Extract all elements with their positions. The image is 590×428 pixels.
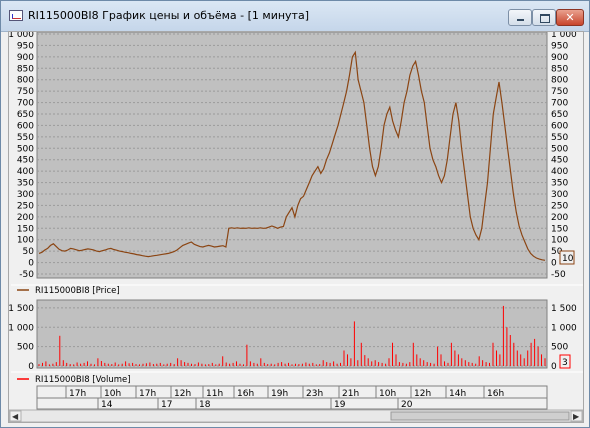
- time-label-day: 17: [161, 400, 172, 410]
- price-tick-right: 550: [551, 133, 568, 143]
- price-pane[interactable]: [36, 32, 548, 279]
- price-tick-right: 650: [551, 110, 568, 120]
- price-tick-left: 350: [17, 179, 34, 189]
- volume-axis-left: 1 500 1 000 500 0: [9, 304, 34, 372]
- price-tick-left: 550: [17, 133, 34, 143]
- price-tick-left: 450: [17, 156, 34, 166]
- volume-pane[interactable]: [36, 299, 548, 369]
- price-tick-right: 400: [551, 167, 568, 177]
- price-legend-label: RI115000BI8 [Price]: [35, 286, 120, 296]
- scroll-left-arrow-icon: ◀: [12, 412, 19, 421]
- price-tick-left: 300: [17, 190, 34, 200]
- price-tick-left: 900: [17, 53, 34, 63]
- volume-tick-left: 0: [28, 362, 34, 372]
- price-axis-left: 1 00095090085080075070065060055050045040…: [9, 32, 34, 280]
- time-label-hour: 23h: [306, 389, 323, 399]
- price-tick-left: 800: [17, 76, 34, 86]
- price-tick-right: 150: [551, 224, 568, 234]
- price-tick-left: 650: [17, 110, 34, 120]
- price-tick-right: 900: [551, 53, 568, 63]
- price-tick-left: 600: [17, 121, 34, 131]
- price-last-value: 10: [562, 254, 574, 264]
- price-tick-left: 500: [17, 144, 34, 154]
- time-label-day: 14: [101, 400, 113, 410]
- price-tick-right: 1 000: [551, 32, 577, 40]
- price-tick-left: 700: [17, 99, 34, 109]
- time-label-hour: 17h: [139, 389, 156, 399]
- price-tick-left: 100: [17, 236, 34, 246]
- price-tick-right: 350: [551, 179, 568, 189]
- price-tick-left: 250: [17, 201, 34, 211]
- maximize-button[interactable]: [532, 9, 556, 26]
- price-tick-left: 150: [17, 224, 34, 234]
- price-tick-left: 950: [17, 41, 34, 51]
- time-label-hour: 17h: [69, 389, 86, 399]
- volume-tick-left: 500: [17, 343, 34, 353]
- volume-last-value: 3: [562, 358, 568, 368]
- price-tick-right: 0: [551, 259, 557, 269]
- time-label-hour: 10h: [379, 389, 396, 399]
- time-label-day: 20: [401, 400, 413, 410]
- close-button[interactable]: ✕: [556, 9, 584, 26]
- scrollbar-thumb[interactable]: [390, 411, 570, 421]
- price-tick-right: 300: [551, 190, 568, 200]
- volume-tick-right: 1 500: [551, 304, 577, 314]
- volume-tick-right: 500: [551, 343, 568, 353]
- price-tick-right: 950: [551, 41, 568, 51]
- scroll-right-arrow-icon: ▶: [573, 412, 580, 421]
- volume-tick-right: 1 000: [551, 323, 577, 333]
- price-tick-right: 800: [551, 76, 568, 86]
- minimize-icon: [517, 19, 524, 21]
- price-tick-right: 750: [551, 87, 568, 97]
- price-axis-right: 1 000950 900850 800750 700650600 550500 45040…: [551, 32, 577, 280]
- window-title: RI115000BI8 График цены и объёма - [1 ми…: [28, 9, 309, 22]
- volume-tick-right: 0: [551, 362, 557, 372]
- minimize-button[interactable]: [508, 9, 532, 26]
- price-tick-left: 200: [17, 213, 34, 223]
- title-bar[interactable]: RI115000BI8 График цены и объёма - [1 ми…: [1, 1, 589, 32]
- price-tick-left: 50: [23, 247, 35, 257]
- price-tick-right: 700: [551, 99, 568, 109]
- time-label-hour: 14h: [449, 389, 466, 399]
- maximize-icon: [540, 14, 550, 23]
- price-tick-left: 0: [28, 259, 34, 269]
- chart-client-area: 1 000 950 900 850 800 750 700 650 600 550 500 450 40…: [8, 31, 584, 423]
- time-label-hour: 10h: [104, 389, 121, 399]
- time-label-hour: 12h: [174, 389, 191, 399]
- time-label-day: 18: [199, 400, 211, 410]
- volume-tick-left: 1 500: [9, 304, 34, 314]
- time-label-hour: 19h: [271, 389, 288, 399]
- time-label-hour: 16h: [487, 389, 504, 399]
- price-tick-left: 750: [17, 87, 34, 97]
- price-tick-right: -50: [551, 270, 566, 280]
- time-axis-row2: [36, 397, 548, 410]
- price-tick-right: 450: [551, 156, 568, 166]
- time-label-hour: 12h: [414, 389, 431, 399]
- price-tick-right: 250: [551, 201, 568, 211]
- price-tick-right: 600: [551, 121, 568, 131]
- price-tick-left: 850: [17, 64, 34, 74]
- volume-tick-left: 1 000: [9, 323, 34, 333]
- price-tick-right: 500: [551, 144, 568, 154]
- close-icon: ✕: [565, 11, 575, 24]
- price-tick-left: 1 000: [9, 32, 34, 40]
- time-label-hour: 21h: [342, 389, 359, 399]
- price-tick-left: 400: [17, 167, 34, 177]
- time-label-hour: 11h: [206, 389, 223, 399]
- price-tick-right: 850: [551, 64, 568, 74]
- price-tick-right: 100: [551, 236, 568, 246]
- time-label-day: 19: [334, 400, 346, 410]
- price-tick-right: 200: [551, 213, 568, 223]
- price-tick-left: -50: [19, 270, 34, 280]
- time-label-hour: 16h: [237, 389, 254, 399]
- volume-legend-label: RI115000BI8 [Volume]: [35, 375, 131, 385]
- chart-canvas[interactable]: 1 00095090085080075070065060055050045040…: [9, 32, 583, 422]
- chart-window: RI115000BI8 График цены и объёма - [1 ми…: [0, 0, 590, 428]
- chart-app-icon: [9, 10, 23, 21]
